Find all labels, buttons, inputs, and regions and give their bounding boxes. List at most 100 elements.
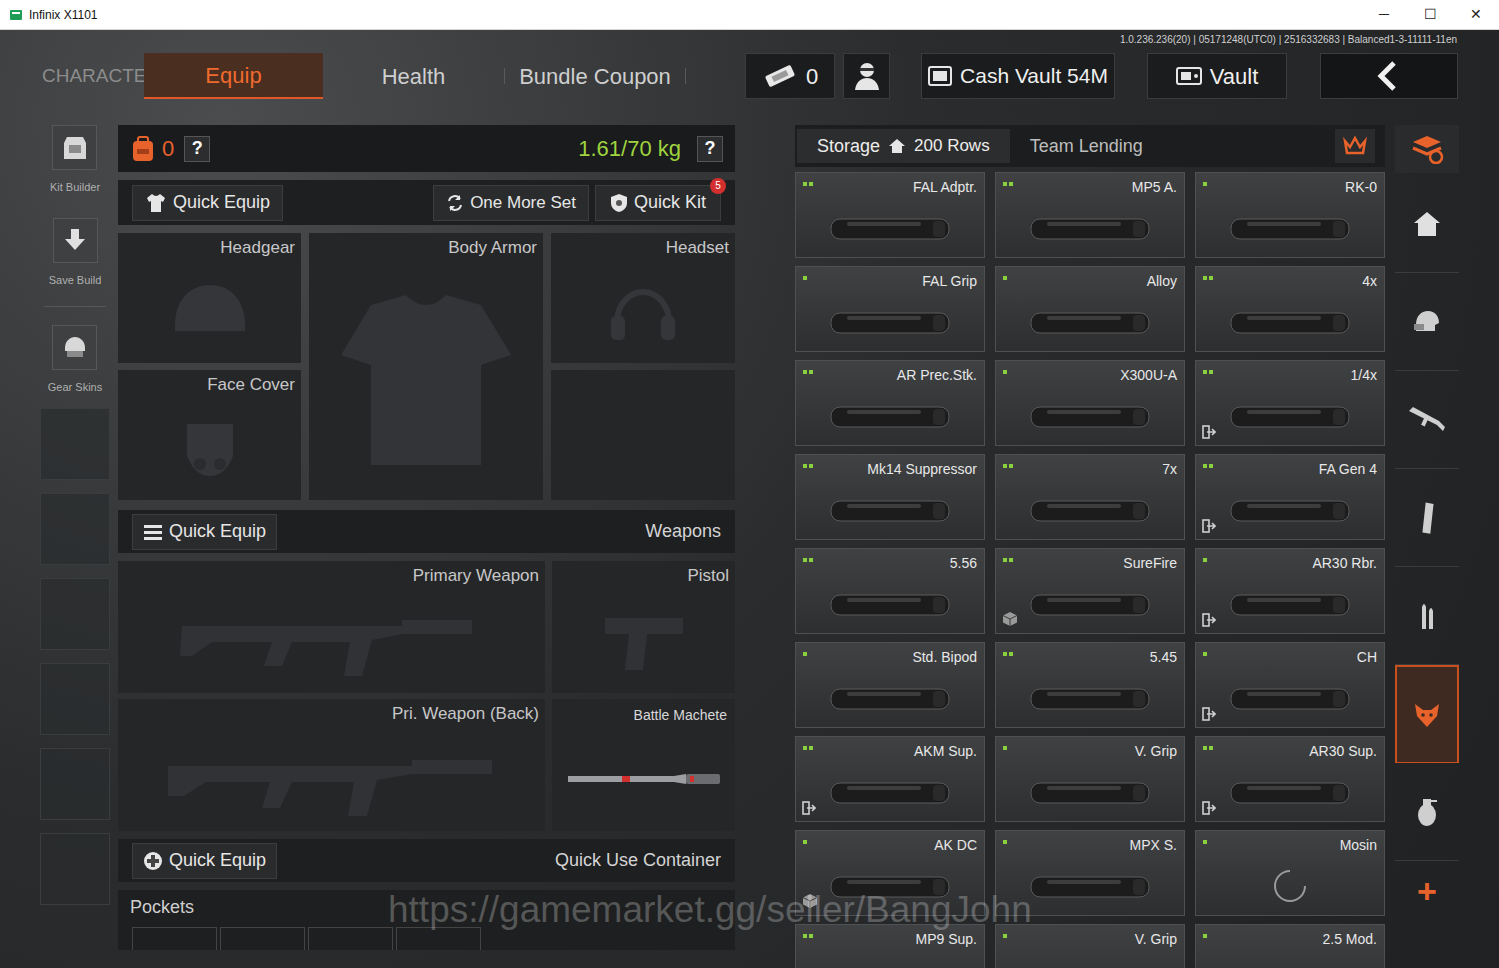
empty-build-slot[interactable] <box>40 748 110 820</box>
pocket-slot[interactable] <box>220 927 305 950</box>
item-top: V. Grip <box>996 925 1184 950</box>
back-button[interactable] <box>1320 53 1458 99</box>
pocket-slot[interactable] <box>308 927 393 950</box>
empty-build-slot[interactable] <box>40 493 110 565</box>
storage-item[interactable]: 4x <box>1195 266 1385 352</box>
category-tab[interactable] <box>1395 175 1459 273</box>
weapon-slot[interactable]: Pri. Weapon (Back) <box>118 699 545 831</box>
weight-help-button[interactable]: ? <box>697 136 723 162</box>
storage-item[interactable]: V. Grip <box>995 924 1185 968</box>
empty-build-slot[interactable] <box>40 833 110 905</box>
storage-item[interactable]: AR Prec.Stk. <box>795 360 985 446</box>
attachment-icon <box>1196 480 1384 539</box>
weapon-slot[interactable]: Battle Machete <box>552 699 735 831</box>
add-button[interactable]: + <box>1395 861 1459 921</box>
slot-placeholder-icon <box>309 261 543 501</box>
empty-build-slot[interactable] <box>40 408 110 480</box>
weapon-slot[interactable]: Primary Weapon <box>118 561 545 693</box>
storage-item[interactable]: CH <box>1195 642 1385 728</box>
storage-item[interactable]: AKM Sup. <box>795 736 985 822</box>
ticket-counter[interactable]: 0 <box>745 53 835 99</box>
gear-slot[interactable]: Face Cover <box>118 370 301 500</box>
cube-icon <box>1002 611 1018 627</box>
help-button[interactable]: ? <box>184 136 210 162</box>
storage-item[interactable]: AK DC <box>795 830 985 916</box>
storage-item[interactable]: X300U-A <box>995 360 1185 446</box>
rarity-dots <box>1003 652 1013 656</box>
storage-item[interactable]: FAL Adptr. <box>795 172 985 258</box>
storage-item[interactable]: MP5 A. <box>995 172 1185 258</box>
storage-item[interactable]: MP9 Sup. <box>795 924 985 968</box>
empty-build-slot[interactable] <box>40 663 110 735</box>
quick-equip-button[interactable]: Quick Equip <box>132 514 277 550</box>
category-tab[interactable] <box>1395 567 1459 665</box>
category-tab[interactable] <box>1395 763 1459 861</box>
back-arrow-icon <box>1372 59 1406 93</box>
item-top: SureFire <box>996 549 1184 574</box>
category-tab[interactable] <box>1395 125 1459 173</box>
category-tab[interactable] <box>1395 469 1459 567</box>
storage-item[interactable]: Std. Bipod <box>795 642 985 728</box>
gear-slot[interactable] <box>551 370 735 500</box>
sidebar-item[interactable]: Gear Skins <box>48 325 102 396</box>
storage-item[interactable]: Mosin <box>1195 830 1385 916</box>
gear-slot[interactable]: Headgear <box>118 233 301 363</box>
storage-item[interactable]: Alloy <box>995 266 1185 352</box>
watermark: https://gamemarket.gg/seller/BangJohn <box>388 882 1032 938</box>
fox-icon <box>1407 698 1447 732</box>
storage-item[interactable]: FA Gen 4 <box>1195 454 1385 540</box>
storage-item[interactable]: V. Grip <box>995 736 1185 822</box>
nav-tab[interactable]: Health <box>323 53 504 99</box>
slot-label: Headset <box>666 233 735 261</box>
storage-item[interactable]: 1/4x <box>1195 360 1385 446</box>
gear-slot[interactable]: Headset <box>551 233 735 363</box>
pocket-slot[interactable] <box>132 927 217 950</box>
backpack-count: 0 <box>162 132 174 165</box>
profile-button[interactable] <box>843 53 890 99</box>
storage-item[interactable]: Mk14 Suppressor <box>795 454 985 540</box>
slot-placeholder-icon <box>118 261 301 364</box>
rarity-dot <box>1003 370 1007 374</box>
storage-item[interactable]: 7x <box>995 454 1185 540</box>
pocket-slot[interactable] <box>396 927 481 950</box>
quick-equip-button[interactable]: Quick Equip <box>132 185 283 221</box>
storage-item[interactable]: AR30 Sup. <box>1195 736 1385 822</box>
storage-item[interactable]: FAL Grip <box>795 266 985 352</box>
minimize-button[interactable]: ─ <box>1361 0 1407 30</box>
category-tab[interactable] <box>1395 371 1459 469</box>
item-top: MPX S. <box>996 831 1184 856</box>
storage-item[interactable]: MPX S. <box>995 830 1185 916</box>
category-tab[interactable] <box>1395 273 1459 371</box>
attachment-icon <box>996 386 1184 445</box>
close-button[interactable]: ✕ <box>1453 0 1499 30</box>
rarity-dot <box>803 840 807 844</box>
team-lending-tab[interactable]: Team Lending <box>1030 133 1143 160</box>
notification-badge: 5 <box>710 178 726 194</box>
maximize-button[interactable]: ☐ <box>1407 0 1453 30</box>
storage-item[interactable]: RK-0 <box>1195 172 1385 258</box>
nav-tab[interactable]: Equip <box>144 53 323 99</box>
weapons-header: Quick EquipWeapons <box>118 510 735 553</box>
storage-item[interactable]: 2.5 Mod. <box>1195 924 1385 968</box>
rarity-dot <box>1009 464 1013 468</box>
empty-build-slot[interactable] <box>40 578 110 650</box>
one-more-set-button[interactable]: One More Set <box>433 185 589 221</box>
storage-item[interactable]: SureFire <box>995 548 1185 634</box>
sidebar-item[interactable]: Kit Builder <box>50 125 100 196</box>
pockets-label: Pockets <box>118 890 735 921</box>
cash-vault-button[interactable]: Cash Vault 54M <box>921 53 1115 99</box>
vault-button[interactable]: Vault <box>1147 53 1287 99</box>
quick-kit-button[interactable]: Quick Kit5 <box>595 185 721 221</box>
sidebar-item[interactable]: Save Build <box>49 218 102 289</box>
storage-item[interactable]: 5.45 <box>995 642 1185 728</box>
storage-item[interactable]: AR30 Rbr. <box>1195 548 1385 634</box>
item-name: 1/4x <box>1351 365 1377 386</box>
category-tab[interactable] <box>1395 665 1459 763</box>
tab-label: Equip <box>205 59 261 92</box>
weapon-slot[interactable]: Pistol <box>552 561 735 693</box>
storage-item[interactable]: 5.56 <box>795 548 985 634</box>
nav-tab[interactable]: Bundle Coupon <box>505 53 685 99</box>
storage-tab[interactable]: Storage200 Rows <box>797 129 1010 163</box>
gear-slot[interactable]: Body Armor <box>309 233 543 500</box>
quick-equip-button[interactable]: Quick Equip <box>132 843 277 879</box>
